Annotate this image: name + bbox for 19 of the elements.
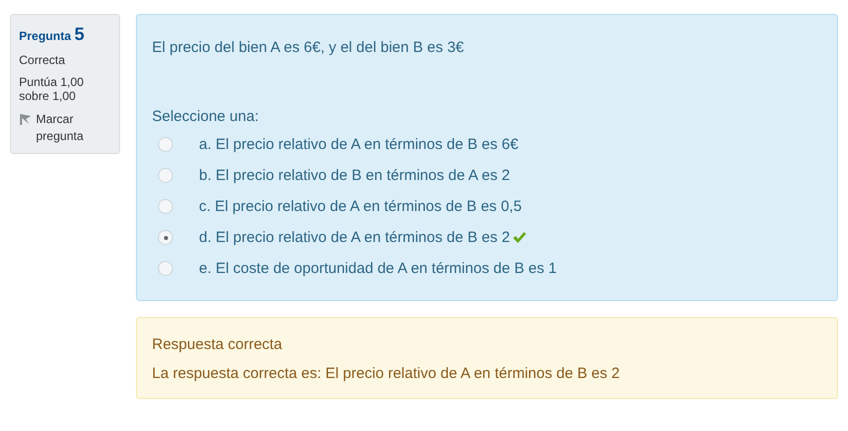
flag-question-link[interactable]: Marcar pregunta <box>36 111 111 145</box>
answer-option[interactable]: b. El precio relativo de B en términos de A es 2 <box>199 167 510 184</box>
feedback-title: Respuesta correcta <box>152 336 284 353</box>
question-text: El precio del bien A es 6€, y el del bien B es 3€ <box>152 39 465 56</box>
answer-option[interactable]: e. El coste de oportunidad de A en términos de B es 1 <box>199 260 557 277</box>
correct-answer-text: La respuesta correcta es: El precio relativo de A en términos de B es 2 <box>152 365 621 382</box>
answer-option[interactable]: d. El precio relativo de A en términos de B es 2 <box>199 229 510 246</box>
flag-icon[interactable] <box>19 113 32 126</box>
question-number: Pregunta 5 <box>19 24 86 45</box>
radio-button[interactable] <box>158 137 173 152</box>
radio-button[interactable] <box>158 168 173 183</box>
question-state: Correcta <box>19 53 66 67</box>
radio-button[interactable] <box>158 199 173 214</box>
question-grade: Puntúa 1,00 sobre 1,00 <box>19 75 85 103</box>
answer-option[interactable]: c. El precio relativo de A en términos de B es 0,5 <box>199 198 522 215</box>
radio-button[interactable] <box>158 230 173 245</box>
answer-option[interactable]: a. El precio relativo de A en términos de B es 6€ <box>199 136 518 153</box>
answer-prompt: Seleccione una: <box>152 108 260 125</box>
radio-button[interactable] <box>158 261 173 276</box>
